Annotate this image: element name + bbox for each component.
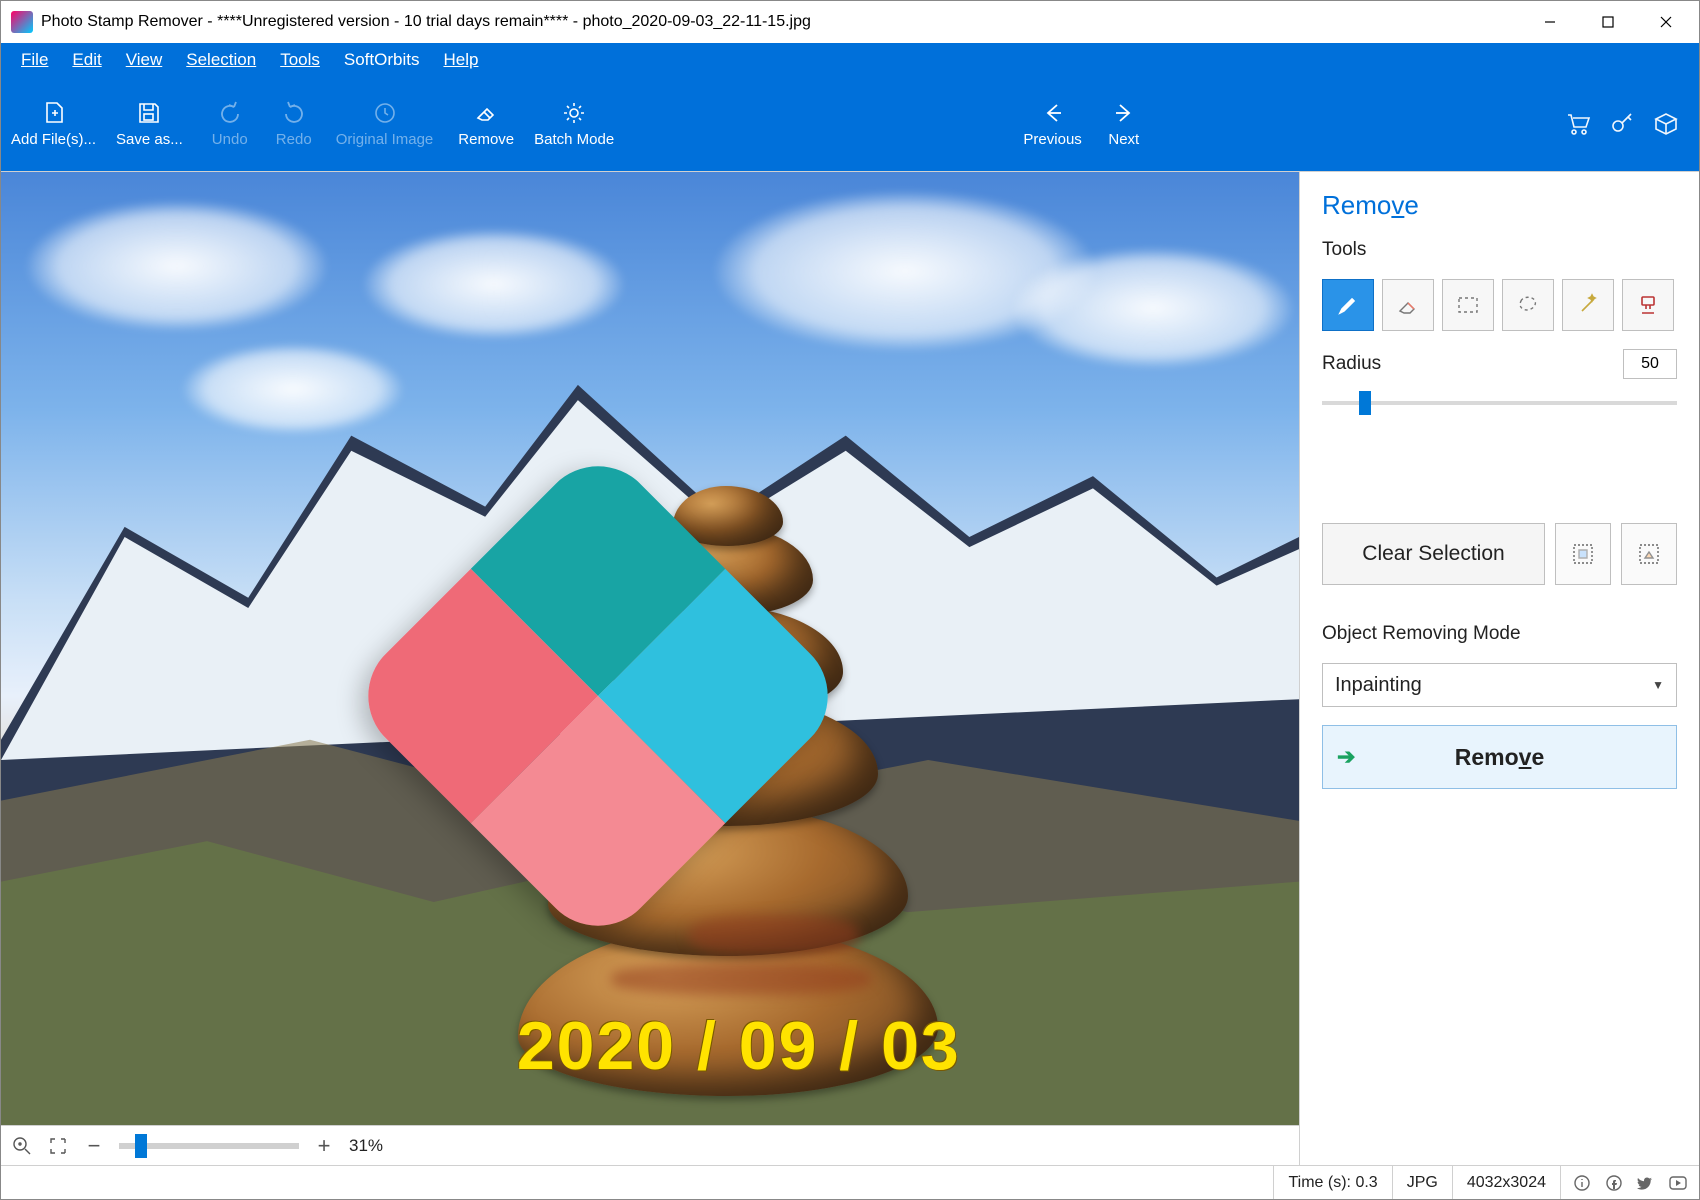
radius-slider[interactable] [1322, 401, 1677, 405]
close-button[interactable] [1637, 1, 1695, 43]
zoom-in-button[interactable]: + [313, 1135, 335, 1157]
box-icon[interactable] [1651, 109, 1681, 139]
zoom-percent: 31% [349, 1136, 383, 1156]
status-format: JPG [1392, 1166, 1452, 1199]
redo-icon [280, 99, 308, 127]
menu-file[interactable]: File [9, 46, 60, 74]
menu-view[interactable]: View [114, 46, 175, 74]
previous-button[interactable]: Previous [1013, 77, 1091, 171]
info-icon[interactable] [1571, 1172, 1593, 1194]
menu-selection[interactable]: Selection [174, 46, 268, 74]
menu-edit[interactable]: Edit [60, 46, 113, 74]
original-image-icon [371, 99, 399, 127]
youtube-icon[interactable] [1667, 1172, 1689, 1194]
run-arrow-icon: ➔ [1337, 744, 1355, 770]
cart-icon[interactable] [1563, 109, 1593, 139]
zoom-fit-icon[interactable] [47, 1135, 69, 1157]
panel-heading: Remove [1322, 190, 1677, 221]
status-time: Time (s): 0.3 [1273, 1166, 1391, 1199]
zoom-actual-icon[interactable] [11, 1135, 33, 1157]
mode-label: Object Removing Mode [1322, 623, 1677, 645]
zoom-slider[interactable] [119, 1143, 299, 1149]
clear-selection-button[interactable]: Clear Selection [1322, 523, 1545, 585]
maximize-button[interactable] [1579, 1, 1637, 43]
image-canvas[interactable]: 2020 / 09 / 03 [1, 172, 1299, 1125]
undo-icon [216, 99, 244, 127]
eraser-icon [472, 99, 500, 127]
original-image-button: Original Image [326, 77, 444, 171]
next-button[interactable]: Next [1092, 77, 1156, 171]
twitter-icon[interactable] [1635, 1172, 1657, 1194]
save-icon [135, 99, 163, 127]
tool-clone-stamp[interactable] [1622, 279, 1674, 331]
load-selection-button[interactable] [1621, 523, 1677, 585]
facebook-icon[interactable] [1603, 1172, 1625, 1194]
zoom-out-button[interactable]: − [83, 1135, 105, 1157]
menu-softorbits[interactable]: SoftOrbits [332, 46, 432, 74]
arrow-left-icon [1039, 99, 1067, 127]
redo-button: Redo [262, 77, 326, 171]
save-selection-button[interactable] [1555, 523, 1611, 585]
status-dimensions: 4032x3024 [1452, 1166, 1560, 1199]
tools-label: Tools [1322, 239, 1677, 261]
batch-mode-button[interactable]: Batch Mode [524, 77, 624, 171]
remove-button[interactable]: Remove [448, 77, 524, 171]
radius-label: Radius [1322, 353, 1381, 375]
key-icon[interactable] [1607, 109, 1637, 139]
mode-value: Inpainting [1335, 674, 1422, 697]
undo-button: Undo [198, 77, 262, 171]
tool-lasso-select[interactable] [1502, 279, 1554, 331]
mode-select[interactable]: Inpainting ▼ [1322, 663, 1677, 707]
menu-tools[interactable]: Tools [268, 46, 332, 74]
tool-rectangle-select[interactable] [1442, 279, 1494, 331]
radius-input[interactable] [1623, 349, 1677, 379]
menu-help[interactable]: Help [431, 46, 490, 74]
chevron-down-icon: ▼ [1652, 678, 1664, 692]
date-stamp-text: 2020 / 09 / 03 [517, 1007, 961, 1085]
arrow-right-icon [1110, 99, 1138, 127]
window-title: Photo Stamp Remover - ****Unregistered v… [41, 13, 1521, 31]
tool-marker[interactable] [1322, 279, 1374, 331]
minimize-button[interactable] [1521, 1, 1579, 43]
save-as-button[interactable]: Save as... [106, 77, 193, 171]
panel-remove-button[interactable]: ➔ Remove [1322, 725, 1677, 789]
gear-icon [560, 99, 588, 127]
tool-magic-wand[interactable] [1562, 279, 1614, 331]
add-file-icon [40, 99, 68, 127]
tool-eraser[interactable] [1382, 279, 1434, 331]
add-files-button[interactable]: Add File(s)... [1, 77, 106, 171]
app-icon [11, 11, 33, 33]
